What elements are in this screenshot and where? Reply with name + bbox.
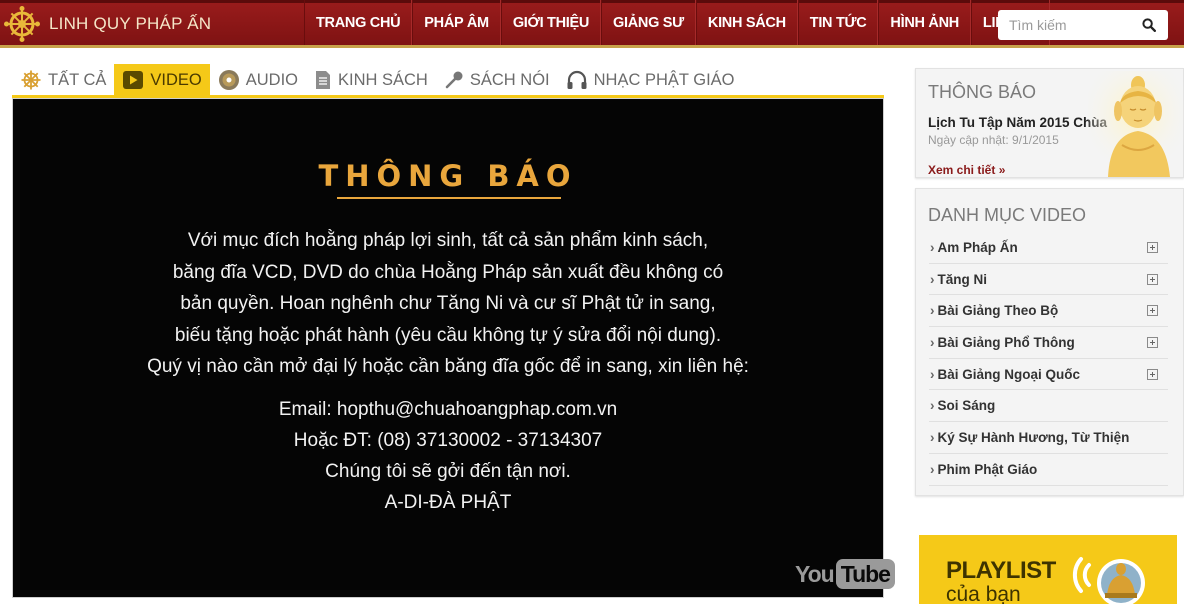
category-label: Bài Giảng Ngoại Quốc: [937, 366, 1081, 382]
tab-label: TẤT CẢ: [48, 70, 107, 89]
tab-nhac-phat-giao[interactable]: NHẠC PHẬT GIÁO: [558, 64, 743, 96]
search-icon: [1142, 18, 1156, 32]
video-notice-contact: Email: hopthu@chuahoangphap.com.vn Hoặc …: [13, 394, 883, 518]
chevron-right-icon: ›: [930, 366, 935, 382]
tab-label: KINH SÁCH: [338, 70, 428, 89]
microphone-icon: [444, 70, 464, 90]
tab-kinh-sach[interactable]: KINH SÁCH: [306, 64, 436, 96]
category-item[interactable]: › Tăng Ni: [929, 264, 1168, 296]
heading-underline: [337, 197, 561, 199]
categories-title: DANH MỤC VIDEO: [928, 205, 1087, 225]
buddha-statue-image: [1088, 71, 1184, 177]
category-label: Bài Giảng Theo Bộ: [937, 303, 1059, 319]
announcement-title: THÔNG BÁO: [928, 82, 1037, 102]
category-item[interactable]: › Soi Sáng: [929, 390, 1168, 423]
notice-line: Với mục đích hoằng pháp lợi sinh, tất cả…: [187, 230, 709, 251]
expand-icon[interactable]: [1147, 305, 1158, 317]
contact-line: A-DI-ĐÀ PHẬT: [384, 492, 512, 513]
notice-line: bản quyền. Hoan nghênh chư Tăng Ni và cư…: [180, 293, 716, 314]
contact-line: Hoặc ĐT: (08) 37130002 - 37134307: [293, 430, 603, 451]
announcement-item-title[interactable]: Lịch Tu Tập Năm 2015 Chùa: [928, 115, 1107, 130]
youtube-logo-you: You: [795, 560, 835, 587]
tab-audio[interactable]: AUDIO: [210, 64, 306, 96]
category-label: Bài Giảng Phổ Thông: [937, 334, 1075, 350]
headphones-icon: [566, 70, 588, 90]
header-divider: [0, 45, 1184, 48]
chevron-right-icon: ›: [930, 429, 935, 445]
broadcast-buddha-icon: [1072, 557, 1145, 604]
nav-trang-chu[interactable]: TRANG CHỦ: [304, 0, 413, 45]
dharma-wheel-icon: [20, 69, 42, 91]
playlist-title: PLAYLIST: [946, 557, 1056, 584]
expand-icon[interactable]: [1147, 273, 1158, 285]
playlist-banner[interactable]: PLAYLIST của bạn: [919, 535, 1177, 604]
search-button[interactable]: [1134, 11, 1164, 39]
video-categories-box: DANH MỤC VIDEO › Am Pháp Ấn › Tăng Ni › Bài…: [915, 188, 1184, 496]
nav-kinh-sach[interactable]: KINH SÁCH: [695, 0, 798, 45]
chevron-right-icon: ›: [930, 271, 935, 287]
search-box: [998, 10, 1168, 40]
nav-hinh-anh[interactable]: HÌNH ẢNH: [878, 0, 971, 45]
announcement-box: THÔNG BÁO Lịch Tu Tập Năm 2015 Chùa Ngày…: [915, 68, 1184, 178]
category-item[interactable]: › Bài Giảng Phổ Thông: [929, 327, 1168, 359]
category-item[interactable]: › Bài Giảng Ngoại Quốc: [929, 359, 1168, 391]
notice-line: băng đĩa VCD, DVD do chùa Hoằng Pháp sản…: [172, 261, 724, 283]
top-header: LINH QUY PHÁP ẤN TRANG CHỦ PHÁP ÂM GIỚI …: [0, 0, 1184, 48]
video-player[interactable]: THÔNG BÁO Với mục đích hoằng pháp lợi si…: [12, 98, 895, 598]
document-icon: [314, 70, 332, 90]
youtube-logo-tube: Tube: [835, 559, 895, 589]
contact-line: Email: hopthu@chuahoangphap.com.vn: [278, 399, 618, 420]
tab-label: SÁCH NÓI: [469, 70, 550, 89]
tab-label: NHẠC PHẬT GIÁO: [593, 70, 735, 89]
nav-phap-am[interactable]: PHÁP ÂM: [412, 0, 501, 45]
video-notice-body: Với mục đích hoằng pháp lợi sinh, tất cả…: [13, 225, 883, 383]
category-item[interactable]: › Bài Giảng Theo Bộ: [929, 295, 1168, 328]
category-list: › Am Pháp Ấn › Tăng Ni › Bài Giảng Theo Bộ …: [929, 232, 1168, 486]
category-label: Tăng Ni: [937, 271, 988, 287]
tab-tat-ca[interactable]: TẤT CẢ: [12, 64, 114, 96]
expand-icon[interactable]: [1147, 368, 1158, 380]
chevron-right-icon: ›: [930, 239, 935, 255]
search-input[interactable]: [998, 11, 1134, 39]
category-label: Am Pháp Ấn: [937, 239, 1018, 255]
nav-tin-tuc[interactable]: TIN TỨC: [797, 0, 879, 45]
media-tabs: TẤT CẢ VIDEO AUDIO KINH SÁCH SÁCH NÓI NH…: [12, 64, 743, 96]
video-notice-heading: THÔNG BÁO: [318, 159, 578, 193]
nav-giang-su[interactable]: GIẢNG SƯ: [601, 0, 696, 45]
chevron-right-icon: ›: [930, 334, 935, 350]
disc-icon: [218, 69, 240, 91]
tab-sach-noi[interactable]: SÁCH NÓI: [436, 64, 558, 96]
tab-label: VIDEO: [150, 70, 202, 89]
playlist-subtitle: của bạn: [946, 583, 1021, 604]
category-item[interactable]: › Am Pháp Ấn: [929, 232, 1168, 264]
announcement-date: Ngày cập nhật: 9/1/2015: [928, 133, 1059, 147]
contact-line: Chúng tôi sẽ gởi đến tận nơi.: [325, 461, 571, 482]
dharma-wheel-logo-icon[interactable]: [4, 6, 40, 42]
tab-label: AUDIO: [245, 70, 298, 89]
expand-icon[interactable]: [1147, 241, 1158, 253]
category-item[interactable]: › Ký Sự Hành Hương, Từ Thiện: [929, 422, 1168, 454]
site-title[interactable]: LINH QUY PHÁP ẤN: [49, 14, 211, 34]
category-label: Soi Sáng: [937, 398, 996, 414]
tab-video[interactable]: VIDEO: [114, 64, 210, 96]
main-nav: TRANG CHỦ PHÁP ÂM GIỚI THIỆU GIẢNG SƯ KI…: [304, 0, 1051, 45]
read-more-link[interactable]: Xem chi tiết »: [928, 163, 1005, 177]
expand-icon[interactable]: [1147, 336, 1158, 348]
category-label: Ký Sự Hành Hương, Từ Thiện: [937, 429, 1130, 445]
chevron-right-icon: ›: [930, 398, 935, 414]
category-label: Phim Phật Giáo: [937, 461, 1038, 477]
chevron-right-icon: ›: [930, 461, 935, 477]
play-icon: [122, 70, 144, 90]
youtube-logo[interactable]: You Tube: [795, 559, 895, 589]
notice-line: biếu tặng hoặc phát hành (yêu cầu không …: [174, 324, 722, 346]
nav-gioi-thieu[interactable]: GIỚI THIỆU: [500, 0, 602, 45]
chevron-right-icon: ›: [930, 303, 935, 319]
category-item[interactable]: › Phim Phật Giáo: [929, 454, 1168, 486]
notice-line: Quý vị nào cần mở đại lý hoặc cần băng đ…: [147, 356, 749, 377]
